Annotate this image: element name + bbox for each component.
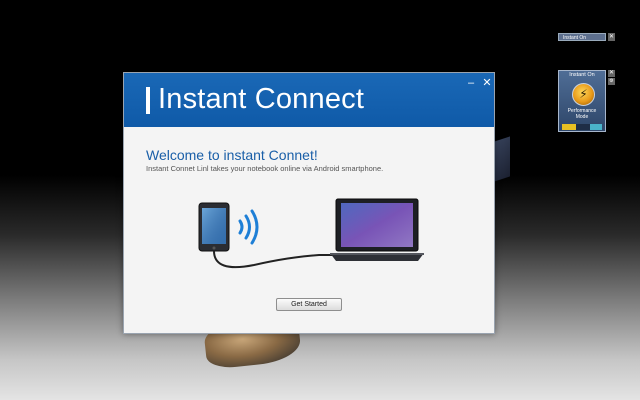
welcome-heading: Welcome to instant Connet!	[146, 147, 318, 163]
gadget-mini-close-icon[interactable]: ✕	[608, 33, 615, 41]
dialog-header: Instant Connect – ✕	[124, 73, 494, 127]
smartphone-icon	[198, 202, 230, 252]
usb-cable	[213, 250, 336, 269]
wireless-signal-icon	[238, 209, 259, 245]
gadget-mini-title: Instant On	[563, 35, 587, 41]
close-button[interactable]: ✕	[480, 76, 494, 90]
welcome-subtitle: Instant Connet Linl takes your notebook …	[146, 164, 384, 173]
laptop-icon	[330, 198, 424, 261]
instant-on-mini-gadget[interactable]: Instant On	[558, 33, 606, 41]
gadget-mode-bar-yellow	[562, 124, 576, 130]
gadget-title: Instant On	[569, 72, 595, 78]
desktop: Instant On ✕ Instant On ⚡ Performance Mo…	[0, 0, 640, 400]
instant-connect-dialog: Instant Connect – ✕ Welcome to instant C…	[123, 72, 495, 334]
gadget-caption-line2: Mode	[575, 114, 589, 120]
gadget-mode-bar-cyan	[590, 124, 602, 130]
gadget-mode-bar	[562, 124, 602, 130]
phone-to-laptop-illustration	[198, 198, 424, 269]
gadget-close-icon[interactable]: ✕	[608, 70, 615, 77]
instant-on-gadget[interactable]: Instant On ⚡ Performance Mode	[558, 70, 606, 132]
gadget-options-icon[interactable]: ⚙	[608, 78, 615, 85]
lightning-icon[interactable]: ⚡	[572, 83, 595, 106]
minimize-button[interactable]: –	[464, 76, 478, 90]
title-accent-bar	[146, 87, 150, 114]
app-title: Instant Connect	[158, 83, 365, 115]
get-started-button[interactable]: Get Started	[276, 298, 342, 311]
gadget-caption: Performance Mode	[559, 108, 605, 120]
